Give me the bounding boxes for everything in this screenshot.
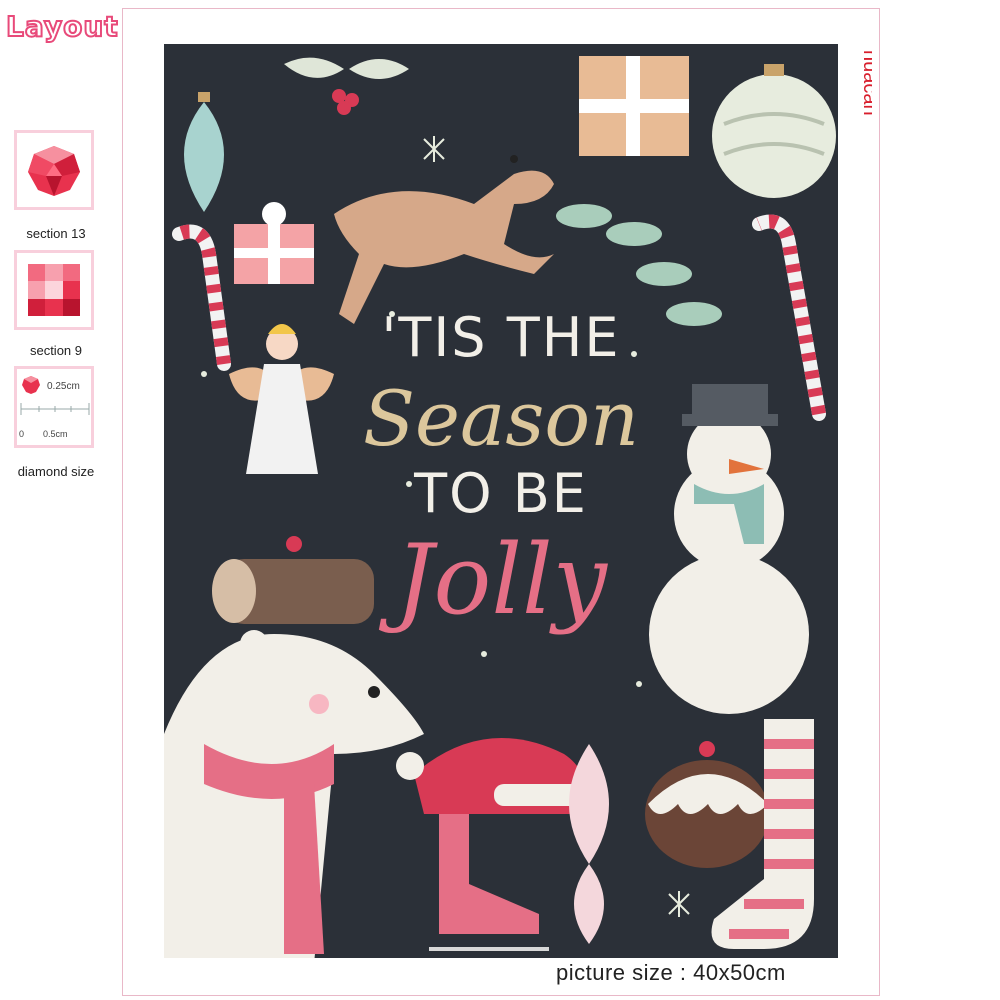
huacan-logo: huacan [859, 50, 872, 116]
ruler-ticks [20, 403, 90, 415]
section-13-label: section 13 [26, 226, 86, 241]
section-9-swatch[interactable] [14, 250, 94, 330]
quote-line-1: 'TIS THE [381, 306, 621, 369]
quote-line-2: Season [362, 374, 640, 463]
polar-bear-icon [164, 630, 424, 958]
holly-icon [284, 57, 409, 115]
ruler-end-label: 0.5cm [43, 429, 68, 439]
round-diamond-icon [28, 146, 80, 196]
square-diamond-icon [28, 264, 80, 316]
artwork-canvas[interactable]: 'TIS THE Season TO BE Jolly [164, 44, 838, 958]
ice-skate-icon [429, 814, 549, 951]
teardrop-ornament-icon [184, 92, 224, 212]
small-gift-icon [234, 202, 314, 284]
quote-line-4: Jolly [395, 524, 607, 636]
ruler-start-label: 0 [19, 429, 25, 439]
picture-size-label: picture size : 40x50cm [556, 960, 786, 985]
diamond-size-swatch[interactable]: 0.25cm 0 0.5cm [14, 366, 94, 448]
section-13-swatch[interactable] [14, 130, 94, 210]
christmas-pudding-icon [645, 741, 769, 868]
santa-hat-icon [396, 738, 587, 814]
diamond-size-label: diamond size [17, 464, 95, 479]
svg-text:huacan: huacan [859, 50, 872, 116]
reindeer-icon [334, 155, 554, 324]
layout-title: Layout [5, 9, 119, 44]
bauble-ornament-icon [712, 64, 836, 198]
small-diamond-icon [22, 376, 40, 394]
section-9-label: section 9 [29, 343, 83, 358]
quote-line-3: TO BE [414, 462, 588, 525]
diamond-measure-label: 0.25cm [47, 381, 80, 392]
gift-box-icon [579, 56, 689, 156]
finial-ornament-icon [569, 744, 609, 944]
